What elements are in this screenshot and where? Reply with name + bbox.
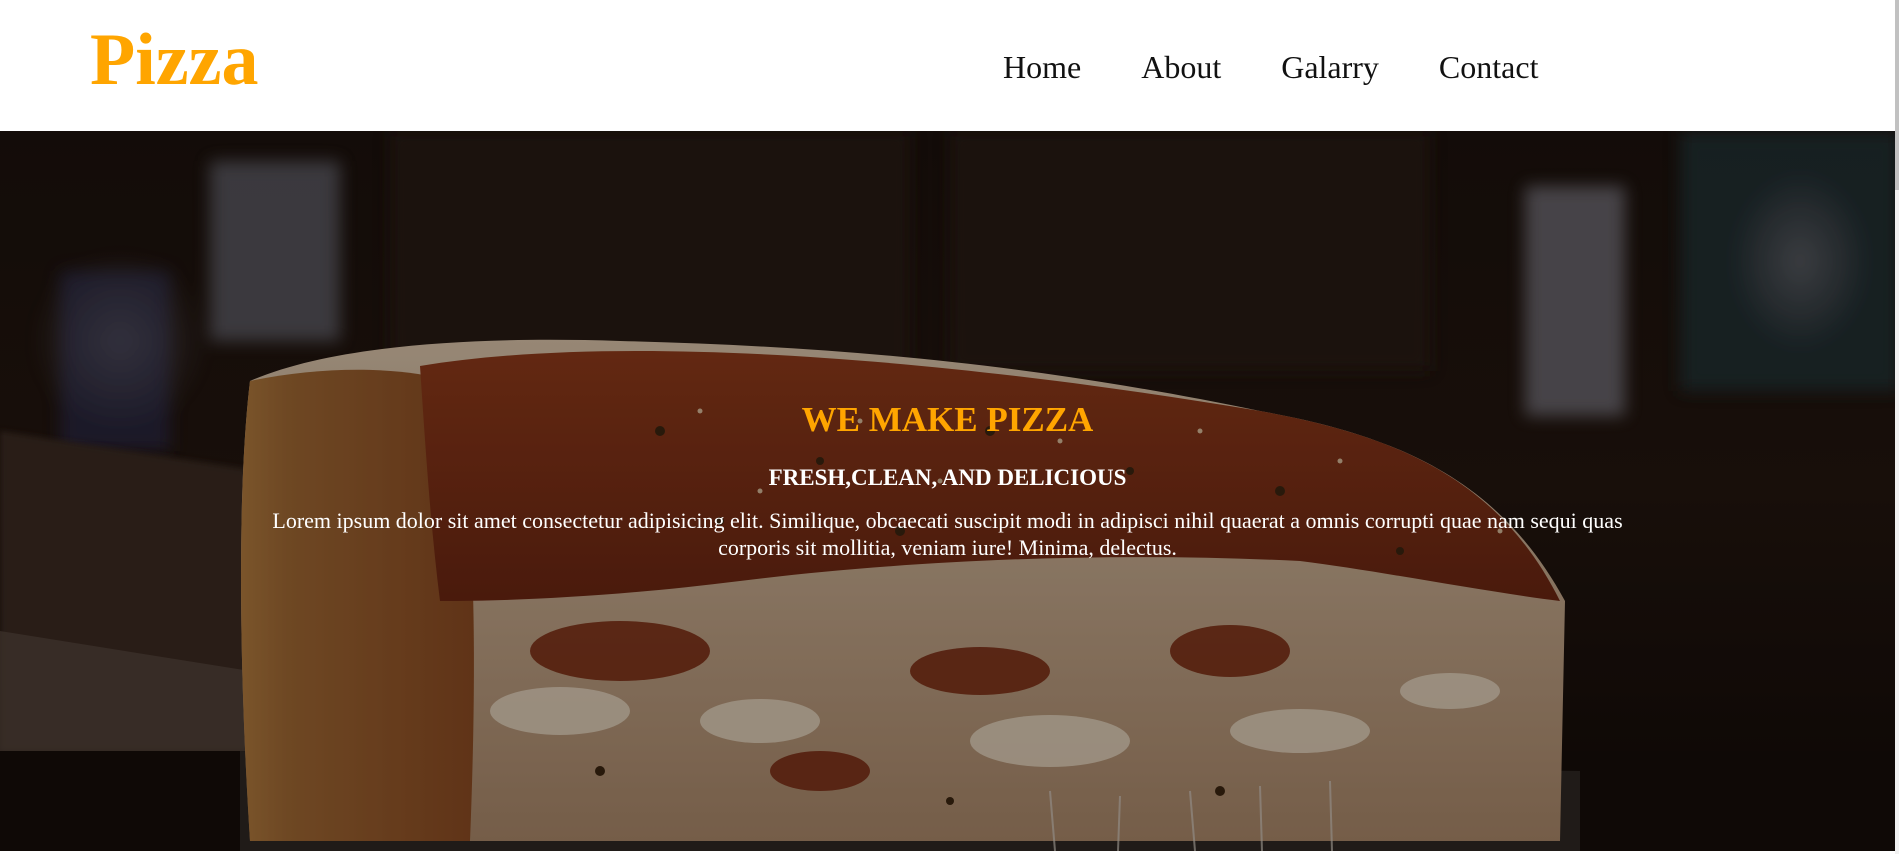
hero-section: WE MAKE PIZZA FRESH,CLEAN, AND DELICIOUS…: [0, 131, 1895, 851]
main-nav: Home About Galarry Contact: [1003, 44, 1538, 90]
hero-description: Lorem ipsum dolor sit amet consectetur a…: [272, 508, 1623, 560]
hero-subtitle: FRESH,CLEAN, AND DELICIOUS: [768, 465, 1127, 490]
nav-link-gallery[interactable]: Galarry: [1281, 44, 1379, 90]
site-logo[interactable]: Pizza: [90, 18, 258, 102]
page: Pizza Home About Galarry Contact WE MAKE…: [0, 0, 1899, 854]
nav-link-contact[interactable]: Contact: [1439, 44, 1539, 90]
hero-title: WE MAKE PIZZA: [801, 400, 1094, 439]
scrollbar-thumb[interactable]: [1895, 0, 1899, 190]
hero-content: WE MAKE PIZZA FRESH,CLEAN, AND DELICIOUS…: [0, 131, 1895, 851]
nav-link-home[interactable]: Home: [1003, 44, 1081, 90]
page-scrollbar[interactable]: [1895, 0, 1899, 854]
site-header: Pizza Home About Galarry Contact: [0, 0, 1895, 131]
nav-link-about[interactable]: About: [1141, 44, 1221, 90]
